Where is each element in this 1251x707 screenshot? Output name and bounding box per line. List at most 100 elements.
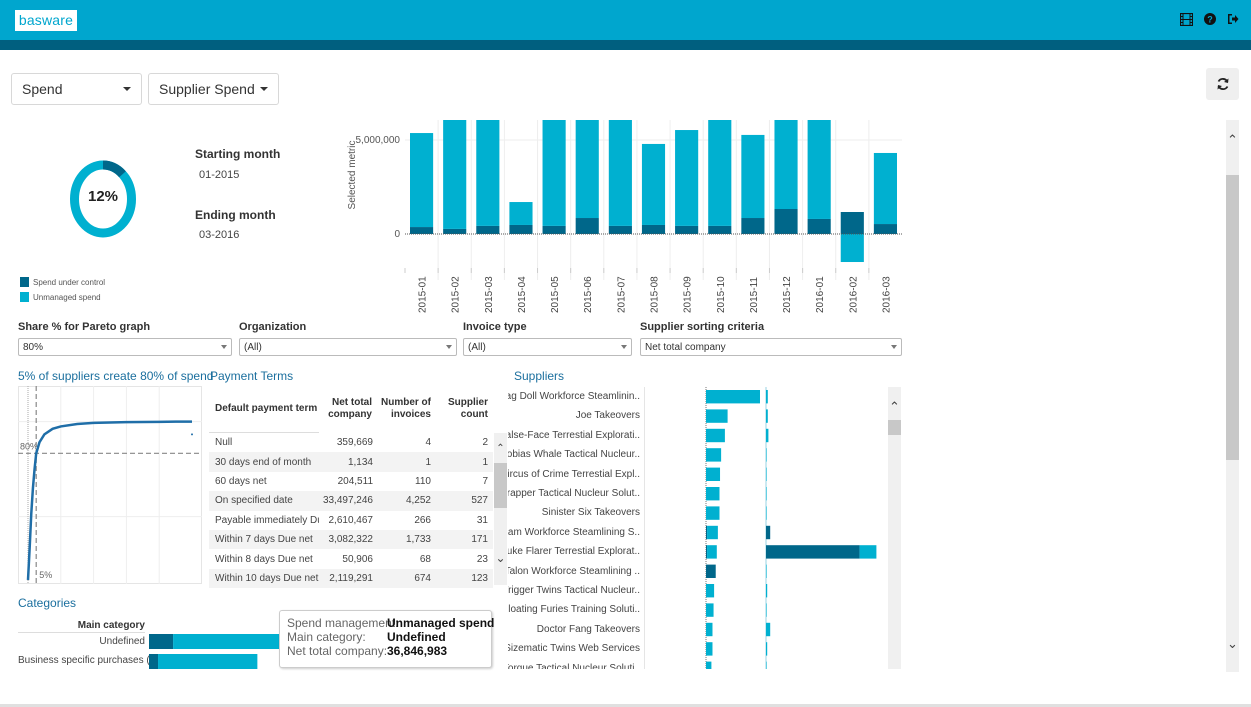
supplier-share-bar-control[interactable]	[766, 525, 771, 540]
supplier-name[interactable]: Joe Takeovers	[576, 406, 640, 425]
bar-spend-under-control[interactable]	[608, 225, 632, 234]
bar-spend-under-control[interactable]	[509, 224, 533, 234]
supplier-bar-unmanaged[interactable]	[706, 409, 728, 423]
category-bar-unmanaged[interactable]	[173, 634, 284, 649]
bar-unmanaged-spend[interactable]	[708, 115, 732, 226]
bar-unmanaged-spend[interactable]	[443, 115, 467, 229]
supplier-name[interactable]: Sinister Six Takeovers	[542, 503, 640, 522]
bar-spend-under-control[interactable]	[807, 218, 831, 234]
supplier-name[interactable]: Floating Furies Training Soluti..	[508, 600, 640, 619]
pareto-line[interactable]	[26, 420, 192, 581]
column-header[interactable]: Default payment term	[215, 403, 317, 415]
supplier-bar-unmanaged[interactable]	[706, 428, 725, 443]
supplier-name[interactable]: Trigger Twins Tactical Nucleur..	[508, 581, 640, 600]
table-row[interactable]: On specified date 33,497,246 4,252 527	[209, 491, 493, 511]
view-dropdown[interactable]: Supplier Spend	[148, 73, 279, 105]
bar-unmanaged-spend[interactable]	[675, 130, 699, 226]
supplier-bar-control[interactable]	[706, 545, 708, 559]
scroll-thumb[interactable]	[494, 463, 507, 508]
bar-spend-under-control[interactable]	[443, 228, 467, 234]
supplier-name[interactable]: Circus of Crime Terrestial Expl..	[508, 465, 640, 484]
suppliers-scrollbar[interactable]: ⌃	[888, 387, 901, 669]
scroll-down-icon[interactable]: ⌄	[494, 551, 507, 565]
supplier-share-bar-unmanaged[interactable]	[766, 622, 771, 637]
supplier-name[interactable]: Doctor Fang Takeovers	[537, 620, 640, 639]
supplier-bar-unmanaged[interactable]	[707, 525, 718, 540]
supplier-bar-unmanaged[interactable]	[706, 467, 721, 481]
category-bar-control[interactable]	[149, 654, 159, 669]
table-row[interactable]: Within 7 days Due net 3,082,322 1,733 171	[209, 530, 493, 550]
bar-spend-under-control[interactable]	[476, 225, 500, 234]
bar-unmanaged-spend[interactable]	[509, 202, 533, 225]
bar-unmanaged-spend[interactable]	[410, 133, 434, 228]
table-row[interactable]: Within 8 days Due net 50,906 68 23	[209, 549, 493, 568]
supplier-name[interactable]: Rag Doll Workforce Steamlinin..	[508, 387, 640, 406]
payment-terms-scrollbar[interactable]: ⌃ ⌄	[494, 433, 507, 585]
bar-unmanaged-spend[interactable]	[741, 134, 765, 219]
invoice-type-select[interactable]: (All)	[463, 338, 632, 356]
donut-control-arc[interactable]	[102, 160, 126, 178]
supplier-name[interactable]: Sizematic Twins Web Services	[508, 639, 640, 658]
supplier-bar-unmanaged[interactable]	[706, 603, 714, 617]
film-icon[interactable]	[1180, 12, 1193, 26]
help-icon[interactable]: ?	[1203, 12, 1216, 26]
supplier-bar-unmanaged[interactable]	[706, 642, 713, 656]
bar-unmanaged-spend[interactable]	[807, 115, 831, 219]
legend-item-unmanaged[interactable]: Unmanaged spend	[20, 292, 101, 302]
supplier-share-bar-control[interactable]	[766, 545, 860, 559]
column-header[interactable]: Number of invoices	[381, 397, 431, 421]
scroll-thumb[interactable]	[1226, 175, 1239, 460]
supplier-name[interactable]: Tobias Whale Tactical Nucleur..	[508, 445, 640, 464]
main-category-header[interactable]: Main category	[18, 620, 145, 633]
supplier-share-bar-unmanaged[interactable]	[766, 603, 767, 617]
supplier-name[interactable]: Torque Tactical Nucleur Soluti..	[508, 659, 640, 669]
supplier-name[interactable]: False-Face Terrestial Explorati..	[508, 426, 640, 445]
supplier-share-bar-unmanaged[interactable]	[766, 428, 769, 443]
bar-spend-under-control[interactable]	[741, 218, 765, 234]
bar-unmanaged-spend[interactable]	[476, 115, 500, 226]
table-row[interactable]: Within 10 days Due net 2,119,291 674 123	[209, 568, 493, 589]
bar-unmanaged-spend[interactable]	[873, 152, 897, 225]
supplier-share-bar-unmanaged[interactable]	[766, 661, 767, 669]
supplier-share-bar-unmanaged[interactable]	[766, 487, 767, 501]
supplier-share-bar-unmanaged[interactable]	[766, 564, 767, 578]
supplier-name[interactable]: Talon Workforce Steamlining ..	[508, 562, 640, 581]
scroll-down-icon[interactable]: ⌄	[1226, 636, 1239, 652]
table-row[interactable]: Payable immediately Du.. 2,610,467 266 31	[209, 511, 493, 530]
category-bar-unmanaged[interactable]	[158, 654, 258, 669]
supplier-bar-unmanaged[interactable]	[706, 487, 720, 501]
bar-spend-under-control[interactable]	[873, 224, 897, 234]
bar-spend-under-control[interactable]	[675, 225, 699, 234]
column-header[interactable]: Supplier count	[445, 397, 488, 421]
scroll-thumb[interactable]	[888, 420, 901, 435]
bar-spend-under-control[interactable]	[840, 212, 864, 234]
table-row[interactable]: 30 days end of month 1,134 1 1	[209, 452, 493, 472]
table-row[interactable]: 60 days net 204,511 110 7	[209, 472, 493, 491]
bar-spend-under-control[interactable]	[774, 208, 798, 234]
category-bar-control[interactable]	[149, 634, 174, 649]
bar-unmanaged-spend[interactable]	[575, 115, 599, 219]
bar-unmanaged-spend[interactable]	[774, 115, 798, 209]
metric-dropdown[interactable]: Spend	[11, 73, 142, 105]
bar-spend-under-control[interactable]	[575, 218, 599, 234]
basware-logo[interactable]: basware	[15, 10, 77, 31]
supplier-share-bar-unmanaged[interactable]	[766, 642, 768, 656]
refresh-button[interactable]	[1206, 68, 1239, 100]
bar-spend-under-control[interactable]	[641, 224, 666, 234]
supplier-bar-unmanaged[interactable]	[706, 661, 712, 669]
bar-spend-under-control[interactable]	[410, 227, 434, 234]
supplier-bar-unmanaged[interactable]	[706, 584, 715, 598]
supplier-name[interactable]: Trapper Tactical Nucleur Solut..	[508, 484, 640, 503]
supplier-bar-control[interactable]	[706, 564, 716, 578]
bar-spend-under-control[interactable]	[542, 225, 566, 234]
supplier-share-bar-unmanaged[interactable]	[766, 506, 767, 520]
bar-unmanaged-spend[interactable]	[840, 234, 864, 263]
supplier-sort-select[interactable]: Net total company	[640, 338, 902, 356]
supplier-bar-control[interactable]	[706, 525, 708, 540]
scroll-up-icon[interactable]: ⌃	[494, 443, 507, 454]
supplier-name[interactable]: Duke Flarer Terrestial Explorat..	[508, 542, 640, 561]
supplier-bar-unmanaged[interactable]	[706, 622, 713, 637]
supplier-share-bar-unmanaged[interactable]	[766, 584, 768, 598]
bar-unmanaged-spend[interactable]	[641, 143, 666, 225]
supplier-bar-unmanaged[interactable]	[706, 390, 760, 404]
